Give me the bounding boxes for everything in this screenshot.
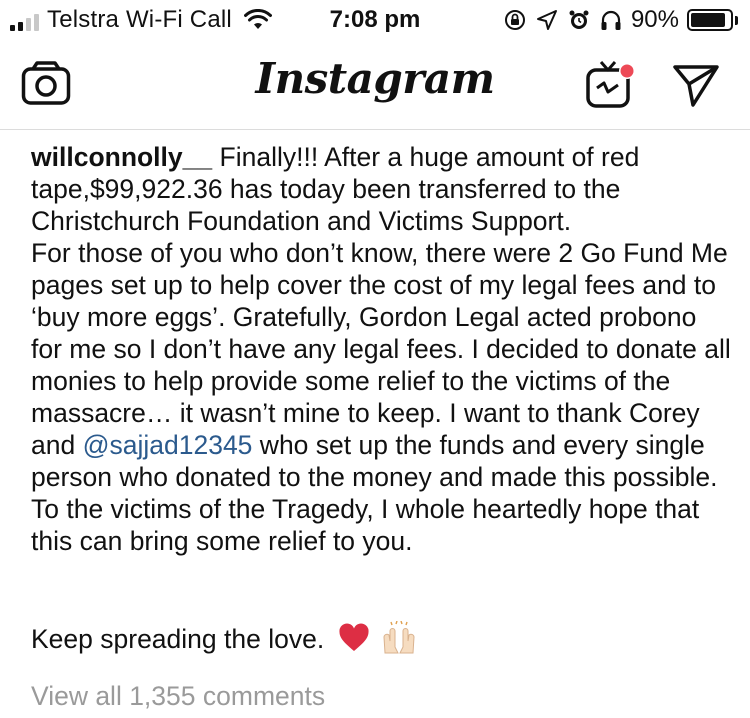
post-username[interactable]: willconnolly__	[31, 142, 212, 172]
caption-text-2: For those of you who don’t know, there w…	[31, 238, 731, 460]
status-bar-right: 90%	[503, 6, 738, 34]
instagram-logo: Instagram	[255, 54, 495, 103]
direct-message-icon[interactable]	[672, 62, 720, 108]
mention-link[interactable]: @sajjad12345	[83, 430, 253, 460]
battery-tip	[735, 15, 738, 25]
location-arrow-icon	[536, 10, 557, 30]
igtv-icon[interactable]	[585, 58, 637, 110]
closing-text: Keep spreading the love.	[31, 624, 325, 654]
caption-paragraph-1: willconnolly__ Finally!!! After a huge a…	[31, 141, 731, 237]
battery-icon	[687, 9, 733, 31]
raising-hands-emoji	[383, 621, 415, 654]
battery-percent: 90%	[630, 6, 679, 33]
alarm-icon	[569, 10, 589, 29]
headphones-icon	[601, 10, 621, 30]
status-bar: Telstra Wi-Fi Call 7:08 pm 90%	[0, 0, 750, 40]
post-caption: willconnolly__ Finally!!! After a huge a…	[31, 141, 731, 655]
caption-closing: Keep spreading the love.	[31, 621, 731, 655]
top-nav-bar: Instagram	[0, 40, 750, 130]
caption-paragraph-2: For those of you who don’t know, there w…	[31, 237, 731, 557]
heart-emoji	[338, 623, 369, 651]
screen-rotation-lock-icon	[504, 10, 525, 30]
notification-dot	[620, 64, 634, 78]
view-all-comments-link[interactable]: View all 1,355 comments	[31, 681, 325, 712]
